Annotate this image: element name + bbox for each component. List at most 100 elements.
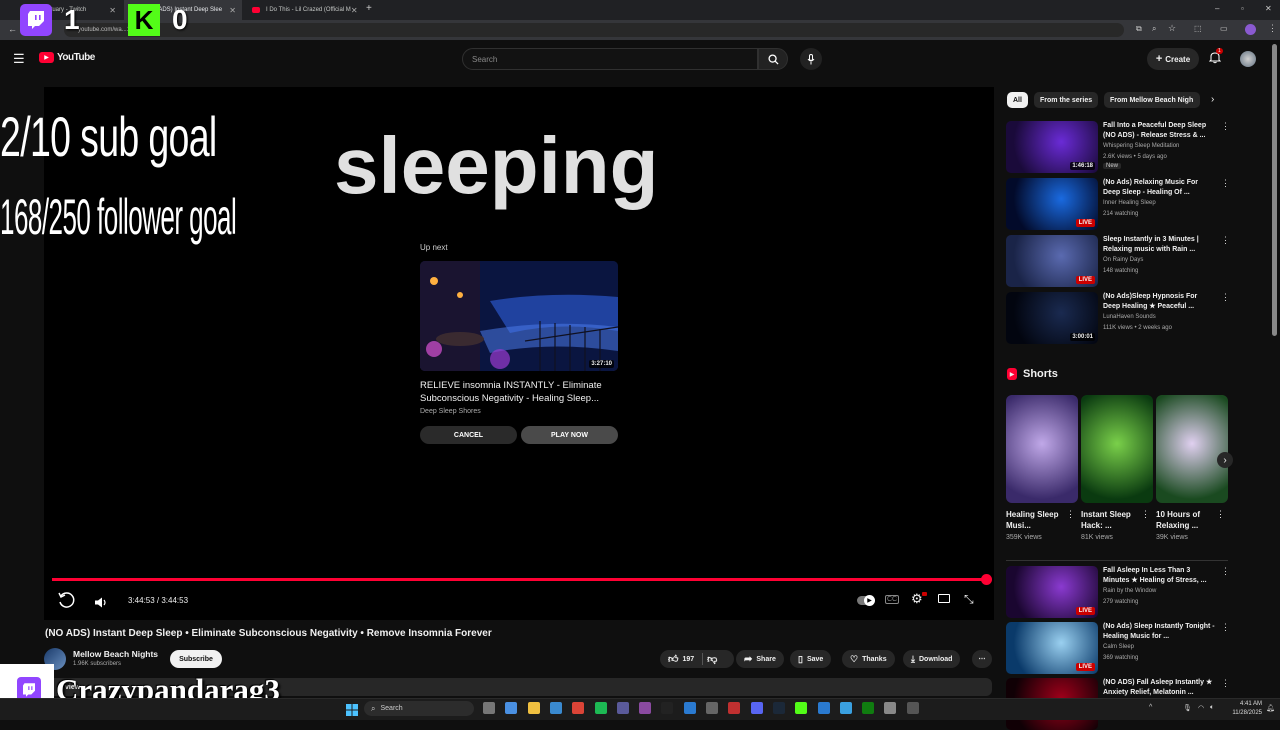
account-avatar[interactable]: [1240, 51, 1256, 67]
captions-icon[interactable]: CC: [885, 595, 900, 604]
more-options-icon[interactable]: ⋮: [1221, 678, 1230, 689]
short-item[interactable]: Healing Sleep Musi... 359K views ⋮: [1006, 395, 1078, 541]
close-icon[interactable]: ✕: [109, 6, 116, 15]
progress-bar[interactable]: [52, 578, 986, 581]
fullscreen-icon[interactable]: ⤡: [964, 592, 974, 607]
install-app-icon[interactable]: ⧉: [1136, 24, 1142, 34]
upnext-title[interactable]: RELIEVE insomnia INSTANTLY - Eliminate S…: [420, 379, 618, 405]
recommendation-title[interactable]: (No Ads) Relaxing Music For Deep Sleep -…: [1103, 178, 1215, 198]
recommendation-title[interactable]: Fall Into a Peaceful Deep Sleep (NO ADS)…: [1103, 121, 1215, 141]
notifications-button[interactable]: 1: [1208, 48, 1223, 69]
short-title[interactable]: Instant Sleep Hack: ...: [1081, 509, 1139, 531]
recommendation-item[interactable]: LIVE (No Ads) Relaxing Music For Deep Sl…: [1006, 178, 1230, 230]
close-icon[interactable]: ✕: [351, 6, 358, 15]
recommendation-thumbnail[interactable]: 3:00:01: [1006, 292, 1098, 344]
chip-all[interactable]: All: [1007, 92, 1028, 108]
like-dislike-group[interactable]: 👍︎ 197 👎︎: [660, 650, 734, 668]
more-options-icon[interactable]: ⋮: [1221, 622, 1230, 633]
app-icon[interactable]: [884, 702, 897, 714]
cancel-autoplay-button[interactable]: CANCEL: [420, 426, 517, 444]
short-thumbnail[interactable]: [1156, 395, 1228, 503]
minimize-icon[interactable]: –: [1215, 4, 1219, 13]
back-icon[interactable]: ←: [8, 24, 17, 34]
play-now-button[interactable]: PLAY NOW: [521, 426, 618, 444]
recommendation-title[interactable]: (NO ADS) Fall Asleep Instantly ★ Anxiety…: [1103, 678, 1215, 698]
notification-center-icon[interactable]: 🔔︎: [1266, 704, 1275, 712]
more-options-icon[interactable]: ⋮: [1141, 509, 1150, 520]
store-icon[interactable]: [549, 702, 562, 714]
thanks-button[interactable]: ♡ Thanks: [842, 650, 895, 668]
bookmark-star-icon[interactable]: ☆: [1168, 23, 1176, 34]
spotify-icon[interactable]: [594, 702, 607, 714]
more-options-icon[interactable]: ⋮: [1221, 292, 1230, 303]
recommendation-item[interactable]: 1:46:18 Fall Into a Peaceful Deep Sleep …: [1006, 121, 1230, 173]
file-explorer-icon[interactable]: [527, 702, 540, 714]
clock-date[interactable]: 11/28/2025: [1226, 710, 1262, 716]
recommendation-item[interactable]: 3:00:01 (No Ads)Sleep Hypnosis For Deep …: [1006, 292, 1230, 344]
recommendation-thumbnail[interactable]: LIVE: [1006, 622, 1098, 674]
autoplay-toggle[interactable]: ▶: [857, 595, 875, 606]
recommendation-title[interactable]: (No Ads) Sleep Instantly Tonight - Heali…: [1103, 622, 1215, 642]
more-options-icon[interactable]: ⋮: [1221, 121, 1230, 132]
upnext-thumbnail[interactable]: 3:27:10: [420, 261, 618, 371]
channel-name[interactable]: Mellow Beach Nights: [73, 649, 158, 659]
create-button[interactable]: + Create: [1147, 48, 1199, 70]
recommendation-title[interactable]: (No Ads)Sleep Hypnosis For Deep Healing …: [1103, 292, 1215, 312]
short-thumbnail[interactable]: [1006, 395, 1078, 503]
kick-icon[interactable]: [795, 702, 808, 714]
app-icon[interactable]: [728, 702, 741, 714]
taskbar-search[interactable]: ⌕ Search: [364, 701, 474, 716]
replay-button[interactable]: [57, 591, 75, 614]
search-button[interactable]: [758, 48, 788, 70]
short-title[interactable]: Healing Sleep Musi...: [1006, 509, 1064, 531]
progress-scrubber[interactable]: [981, 574, 992, 585]
recommendation-title[interactable]: Sleep Instantly in 3 Minutes | Relaxing …: [1103, 235, 1215, 255]
save-button[interactable]: ▯ Save: [790, 650, 832, 668]
steam-icon[interactable]: [772, 702, 785, 714]
app-icon[interactable]: [906, 702, 919, 714]
thumbs-down-icon[interactable]: 👎︎: [707, 653, 717, 665]
youtube-logo[interactable]: ▶ YouTube: [39, 52, 95, 63]
recommendation-title[interactable]: Fall Asleep In Less Than 3 Minutes ★ Hea…: [1103, 566, 1215, 586]
recommendation-thumbnail[interactable]: LIVE: [1006, 178, 1098, 230]
recommendation-item[interactable]: LIVE Sleep Instantly in 3 Minutes | Rela…: [1006, 235, 1230, 287]
task-view-icon[interactable]: [483, 702, 495, 714]
chip-from-series[interactable]: From the series: [1034, 92, 1099, 108]
short-item[interactable]: Instant Sleep Hack: ... 81K views ⋮: [1081, 395, 1153, 541]
extensions-icon[interactable]: ⬚: [1194, 24, 1202, 33]
url-bar[interactable]: youtube.com/wa...17Es2v8: [64, 23, 1124, 37]
new-tab-icon[interactable]: +: [366, 3, 372, 14]
windows-start-button[interactable]: [346, 703, 358, 721]
short-title[interactable]: 10 Hours of Relaxing ...: [1156, 509, 1214, 531]
short-item[interactable]: 10 Hours of Relaxing ... 39K views ⋮: [1156, 395, 1228, 541]
app-icon[interactable]: [706, 702, 718, 714]
recommendation-thumbnail[interactable]: LIVE: [1006, 235, 1098, 287]
download-button[interactable]: ⤓ Download: [903, 650, 961, 668]
browser-tab-music[interactable]: I Do This - Lil Crazed (Official M ✕: [244, 0, 362, 20]
speaker-icon[interactable]: 🔈︎: [1210, 704, 1214, 712]
chrome-icon[interactable]: [572, 702, 585, 714]
more-options-icon[interactable]: ⋮: [1221, 566, 1230, 577]
more-options-icon[interactable]: ⋮: [1221, 178, 1230, 189]
voice-search-button[interactable]: [800, 48, 822, 70]
more-options-icon[interactable]: ⋮: [1216, 509, 1225, 520]
thumbs-up-icon[interactable]: 👍︎: [668, 653, 678, 665]
more-options-icon[interactable]: ⋮: [1066, 509, 1075, 520]
app-icon[interactable]: [616, 702, 629, 714]
recommendation-item[interactable]: LIVE (No Ads) Sleep Instantly Tonight - …: [1006, 622, 1230, 674]
zoom-icon[interactable]: ⌕: [1152, 24, 1156, 34]
short-thumbnail[interactable]: [1081, 395, 1153, 503]
search-input[interactable]: Search: [462, 48, 758, 70]
more-options-icon[interactable]: ⋮: [1221, 235, 1230, 246]
sidepanel-icon[interactable]: ▭: [1220, 24, 1228, 33]
app-icon[interactable]: [839, 702, 852, 714]
theater-mode-icon[interactable]: [938, 594, 950, 603]
clock-time[interactable]: 4:41 AM: [1226, 701, 1262, 707]
profile-avatar[interactable]: [1245, 24, 1256, 35]
mic-tray-icon[interactable]: 🎙︎: [1183, 704, 1192, 712]
hamburger-menu-icon[interactable]: ☰: [13, 51, 25, 67]
discord-icon[interactable]: [750, 702, 763, 714]
vscode-icon[interactable]: [683, 702, 696, 714]
page-scrollbar[interactable]: [1272, 44, 1277, 336]
recommendation-thumbnail[interactable]: 1:46:18: [1006, 121, 1098, 173]
